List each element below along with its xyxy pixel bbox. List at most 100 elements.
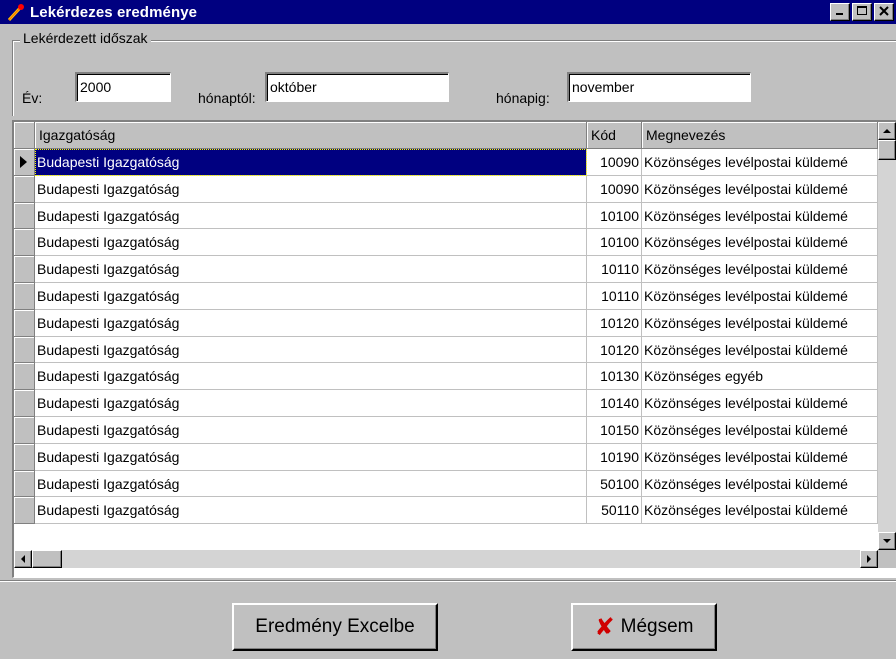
cell-directorate[interactable]: Budapesti Igazgatóság	[35, 390, 587, 417]
maximize-button[interactable]	[852, 3, 872, 21]
cell-directorate[interactable]: Budapesti Igazgatóság	[35, 282, 587, 310]
row-indicator[interactable]	[14, 175, 35, 203]
cell-name[interactable]: Közönséges levélpostai küldemé	[642, 336, 878, 364]
year-field[interactable]: 2000	[75, 72, 171, 102]
cell-name[interactable]: Közönséges egyéb	[642, 363, 878, 391]
horizontal-scrollbar[interactable]	[14, 550, 878, 568]
cell-name[interactable]: Közönséges levélpostai küldemé	[642, 443, 878, 471]
cell-code[interactable]: 10140	[587, 390, 642, 417]
cancel-button[interactable]: ✘ Mégsem	[571, 603, 717, 651]
cell-code[interactable]: 10120	[587, 309, 642, 337]
cell-name[interactable]: Közönséges levélpostai küldemé	[642, 175, 878, 203]
row-indicator[interactable]	[14, 149, 35, 176]
table-row[interactable]: Budapesti Igazgatóság 10120 Közönséges lev…	[14, 309, 878, 337]
cancel-label: Mégsem	[620, 616, 694, 637]
cell-code[interactable]: 10110	[587, 282, 642, 310]
cell-directorate[interactable]: Budapesti Igazgatóság	[35, 202, 587, 230]
cell-directorate[interactable]: Budapesti Igazgatóság	[35, 470, 587, 498]
export-excel-button[interactable]: Eredmény Excelbe	[232, 603, 438, 651]
cell-code[interactable]: 50100	[587, 470, 642, 498]
table-row[interactable]: Budapesti Igazgatóság 10090 Közönséges lev…	[14, 175, 878, 203]
cell-name[interactable]: Közönséges levélpostai küldemé	[642, 390, 878, 417]
table-row[interactable]: Budapesti Igazgatóság 50100 Közönséges lev…	[14, 470, 878, 498]
cell-code[interactable]: 10090	[587, 149, 642, 176]
table-row[interactable]: Budapesti Igazgatóság 10190 Közönséges lev…	[14, 443, 878, 471]
maximize-icon	[857, 6, 867, 15]
cell-code[interactable]: 10100	[587, 229, 642, 257]
cell-name[interactable]: Közönséges levélpostai küldemé	[642, 497, 878, 525]
table-row[interactable]: Budapesti Igazgatóság 10130 Közönséges egy…	[14, 363, 878, 391]
separator	[0, 580, 896, 582]
table-row[interactable]: Budapesti Igazgatóság 10140 Közönséges lev…	[14, 390, 878, 417]
cell-code[interactable]: 10100	[587, 202, 642, 230]
cell-name[interactable]: Közönséges levélpostai küldemé	[642, 309, 878, 337]
horizontal-scroll-thumb[interactable]	[32, 550, 62, 568]
cell-code[interactable]: 10190	[587, 443, 642, 471]
cell-directorate[interactable]: Budapesti Igazgatóság	[35, 336, 587, 364]
grid-rows: Budapesti Igazgatóság 10090 Közönséges lev…	[14, 149, 878, 525]
vertical-scrollbar[interactable]	[878, 122, 896, 550]
export-excel-label: Eredmény Excelbe	[255, 616, 415, 637]
cell-directorate[interactable]: Budapesti Igazgatóság	[35, 416, 587, 444]
cell-name[interactable]: Közönséges levélpostai küldemé	[642, 282, 878, 310]
table-row[interactable]: Budapesti Igazgatóság 10100 Közönséges lev…	[14, 202, 878, 230]
row-indicator[interactable]	[14, 309, 35, 337]
results-grid[interactable]: Igazgatóság Kód Megnevezés Budapesti Iga…	[12, 120, 896, 578]
from-month-label: hónaptól:	[198, 90, 256, 106]
cell-name[interactable]: Közönséges levélpostai küldemé	[642, 149, 878, 176]
scroll-up-button[interactable]	[878, 122, 896, 140]
cell-directorate[interactable]: Budapesti Igazgatóság	[35, 309, 587, 337]
cell-code[interactable]: 10130	[587, 363, 642, 391]
cell-name[interactable]: Közönséges levélpostai küldemé	[642, 202, 878, 230]
column-header-name[interactable]: Megnevezés	[642, 122, 878, 149]
scroll-down-button[interactable]	[878, 532, 896, 550]
row-indicator[interactable]	[14, 202, 35, 230]
vertical-scroll-thumb[interactable]	[878, 140, 896, 160]
cell-code[interactable]: 10110	[587, 256, 642, 283]
cell-name[interactable]: Közönséges levélpostai küldemé	[642, 416, 878, 444]
table-row[interactable]: Budapesti Igazgatóság 10120 Közönséges lev…	[14, 336, 878, 364]
row-indicator[interactable]	[14, 443, 35, 471]
cell-directorate[interactable]: Budapesti Igazgatóság	[35, 443, 587, 471]
cell-directorate[interactable]: Budapesti Igazgatóság	[35, 149, 587, 176]
row-indicator[interactable]	[14, 390, 35, 417]
grid-header: Igazgatóság Kód Megnevezés	[14, 122, 878, 149]
cell-code[interactable]: 10090	[587, 175, 642, 203]
row-indicator[interactable]	[14, 363, 35, 391]
scroll-left-button[interactable]	[14, 550, 32, 568]
cell-name[interactable]: Közönséges levélpostai küldemé	[642, 470, 878, 498]
table-row[interactable]: Budapesti Igazgatóság 10100 Közönséges lev…	[14, 229, 878, 257]
table-row[interactable]: Budapesti Igazgatóság 10090 Közönséges lev…	[14, 149, 878, 176]
close-button[interactable]	[874, 3, 894, 21]
table-row[interactable]: Budapesti Igazgatóság 10110 Közönséges lev…	[14, 256, 878, 283]
right-arrow-icon	[867, 555, 871, 563]
down-arrow-icon	[883, 539, 891, 543]
title-bar[interactable]: Lekérdezes eredménye	[0, 0, 896, 24]
minimize-button[interactable]	[830, 3, 850, 21]
cell-directorate[interactable]: Budapesti Igazgatóság	[35, 175, 587, 203]
row-indicator[interactable]	[14, 282, 35, 310]
cell-directorate[interactable]: Budapesti Igazgatóság	[35, 363, 587, 391]
scroll-right-button[interactable]	[860, 550, 878, 568]
column-header-directorate[interactable]: Igazgatóság	[35, 122, 587, 149]
cell-code[interactable]: 10120	[587, 336, 642, 364]
cell-directorate[interactable]: Budapesti Igazgatóság	[35, 256, 587, 283]
table-row[interactable]: Budapesti Igazgatóság 50110 Közönséges lev…	[14, 497, 878, 525]
column-header-code[interactable]: Kód	[587, 122, 642, 149]
row-indicator[interactable]	[14, 229, 35, 257]
cell-name[interactable]: Közönséges levélpostai küldemé	[642, 256, 878, 283]
row-indicator[interactable]	[14, 416, 35, 444]
row-indicator[interactable]	[14, 336, 35, 364]
table-row[interactable]: Budapesti Igazgatóság 10150 Közönséges lev…	[14, 416, 878, 444]
to-month-field[interactable]: november	[567, 72, 751, 102]
cell-directorate[interactable]: Budapesti Igazgatóság	[35, 229, 587, 257]
cell-code[interactable]: 10150	[587, 416, 642, 444]
row-indicator[interactable]	[14, 497, 35, 525]
from-month-field[interactable]: október	[265, 72, 449, 102]
row-indicator[interactable]	[14, 470, 35, 498]
cell-directorate[interactable]: Budapesti Igazgatóság	[35, 497, 587, 525]
cell-name[interactable]: Közönséges levélpostai küldemé	[642, 229, 878, 257]
table-row[interactable]: Budapesti Igazgatóság 10110 Közönséges lev…	[14, 282, 878, 310]
cell-code[interactable]: 50110	[587, 497, 642, 525]
row-indicator[interactable]	[14, 256, 35, 283]
